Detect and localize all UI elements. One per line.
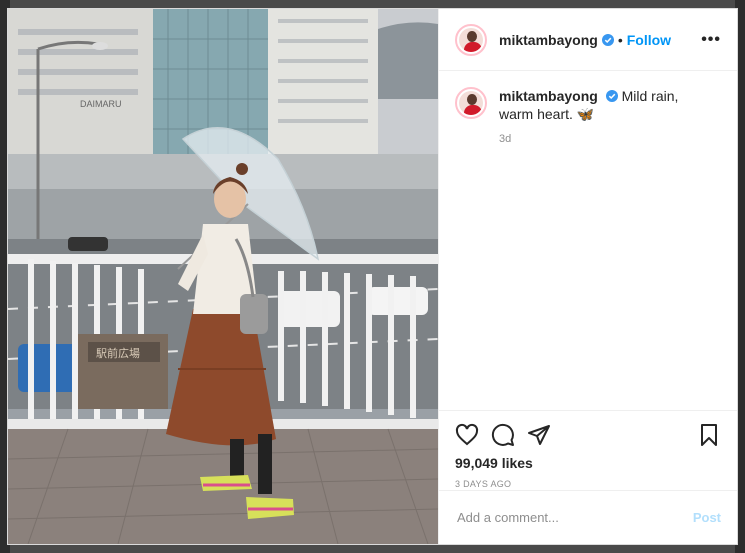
comment-input[interactable] (455, 509, 693, 526)
post-photo[interactable]: DAIMARU 駅前広場 (8, 9, 438, 544)
share-icon[interactable] (527, 423, 551, 447)
verified-badge-icon (601, 33, 614, 46)
follow-button[interactable]: Follow (627, 32, 671, 48)
post-header: miktambayong • Follow ••• (439, 9, 737, 71)
more-options-icon[interactable]: ••• (701, 31, 721, 49)
car-white-1 (278, 291, 340, 327)
photo-scene: DAIMARU 駅前広場 (8, 9, 438, 544)
heart-icon[interactable] (455, 423, 479, 447)
caption-username[interactable]: miktambayong (499, 88, 598, 104)
caption-avatar[interactable] (455, 87, 487, 119)
comment-icon[interactable] (491, 423, 515, 447)
post-comment-button[interactable]: Post (693, 510, 721, 525)
post-sidebar: miktambayong • Follow ••• miktambayong M… (438, 9, 737, 544)
author-avatar[interactable] (455, 23, 487, 56)
station-roof (378, 22, 438, 100)
caption-time[interactable]: 3d (499, 133, 709, 145)
caption-row: miktambayong Mild rain, warm heart. 🦋 3d (455, 87, 721, 145)
post-modal: DAIMARU 駅前広場 miktambayong • Follow ••• m… (7, 8, 738, 545)
comment-box: Post (439, 490, 737, 544)
building-right (268, 9, 378, 169)
caption: miktambayong Mild rain, warm heart. 🦋 (499, 87, 709, 123)
store-sign: DAIMARU (80, 99, 122, 109)
action-icons (455, 421, 721, 449)
comments-area: miktambayong Mild rain, warm heart. 🦋 3d (439, 71, 737, 410)
separator-dot: • (617, 31, 623, 48)
verified-badge-icon (605, 90, 618, 102)
stone-sign-text: 駅前広場 (96, 346, 140, 360)
bookmark-icon[interactable] (697, 423, 721, 447)
action-bar: 99,049 likes 3 DAYS AGO (439, 410, 737, 490)
car-dark (68, 237, 108, 251)
car-white-2 (368, 287, 428, 315)
car-blue (18, 344, 78, 392)
likes-count[interactable]: 99,049 likes (455, 455, 721, 471)
post-date[interactable]: 3 DAYS AGO (455, 479, 721, 489)
author-username[interactable]: miktambayong (499, 32, 598, 48)
